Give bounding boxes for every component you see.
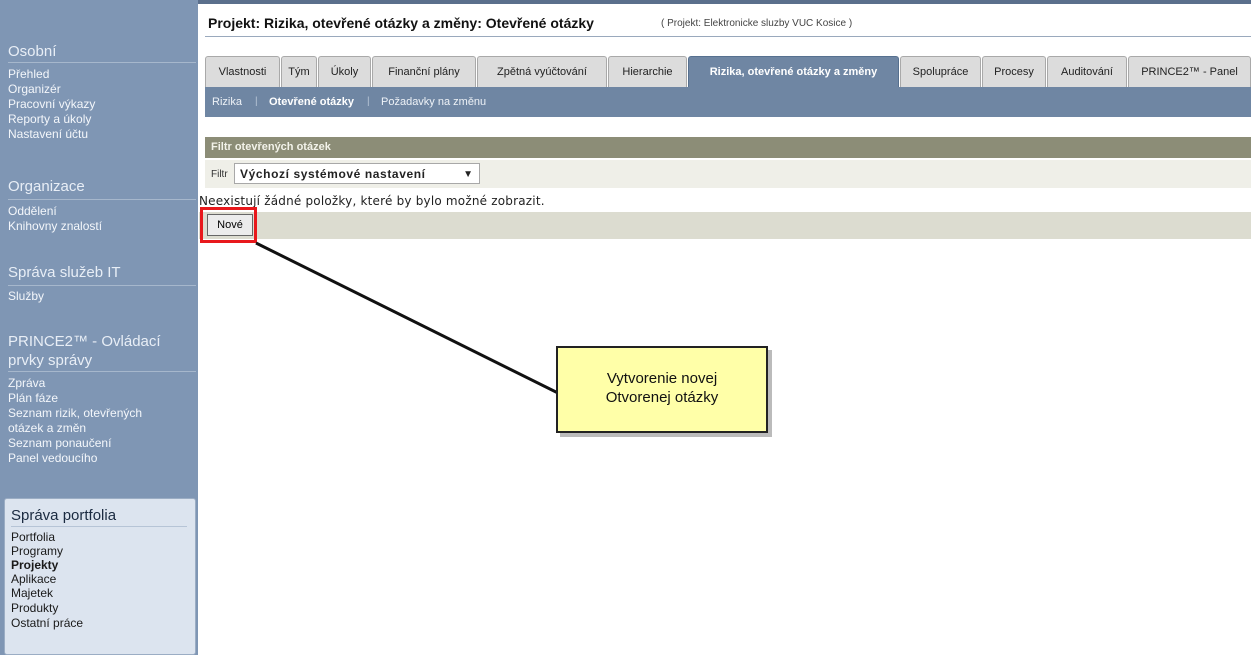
subnav-pozadavky-na-zmenu[interactable]: Požadavky na změnu <box>381 87 486 117</box>
tab-rizika-otazky-zmeny[interactable]: Rizika, otevřené otázky a změny <box>688 56 899 87</box>
section-title-osobni: Osobní <box>8 43 57 60</box>
subnav-separator: | <box>255 96 258 107</box>
nav-knihovny-znalosti[interactable]: Knihovny znalostí <box>8 220 102 233</box>
tab-spoluprace[interactable]: Spolupráce <box>900 56 981 87</box>
nav-sluzby[interactable]: Služby <box>8 290 44 303</box>
project-subtitle: ( Projekt: Elektronicke sluzby VUC Kosic… <box>661 18 853 29</box>
page-title: Projekt: Rizika, otevřené otázky a změny… <box>208 15 594 31</box>
nav-seznam-ponauceni[interactable]: Seznam ponaučení <box>8 437 111 450</box>
title-divider <box>205 36 1251 37</box>
nav-panel-vedouciho[interactable]: Panel vedoucího <box>8 452 97 465</box>
nav-portfolia[interactable]: Portfolia <box>11 531 55 544</box>
section-divider <box>8 199 196 200</box>
highlight-box <box>200 207 257 243</box>
tab-ukoly[interactable]: Úkoly <box>318 56 371 87</box>
filter-row: Filtr Výchozí systémové nastavení ▼ <box>205 160 1251 188</box>
section-title-prince2-line1: PRINCE2™ - Ovládací <box>8 333 161 350</box>
nav-nastaveni-uctu[interactable]: Nastavení účtu <box>8 128 88 141</box>
sidebar: Osobní Přehled Organizér Pracovní výkazy… <box>0 0 198 655</box>
tab-strip: Vlastnosti Tým Úkoly Finanční plány Zpět… <box>205 56 1251 87</box>
nav-prehled[interactable]: Přehled <box>8 68 49 81</box>
section-divider <box>8 371 196 372</box>
callout-line-1: Vytvorenie novej <box>606 370 718 387</box>
tab-tym[interactable]: Tým <box>281 56 317 87</box>
section-divider <box>11 526 187 527</box>
nav-plan-faze[interactable]: Plán fáze <box>8 392 58 405</box>
button-bar <box>199 212 1251 239</box>
subnav-separator: | <box>367 96 370 107</box>
tab-vlastnosti[interactable]: Vlastnosti <box>205 56 280 87</box>
section-divider <box>8 62 196 63</box>
section-title-prince2-line2: prvky správy <box>8 352 93 369</box>
nav-zprava[interactable]: Zpráva <box>8 377 45 390</box>
top-border <box>198 0 1251 4</box>
nav-produkty[interactable]: Produkty <box>11 602 58 615</box>
filter-selected-value: Výchozí systémové nastavení <box>240 167 426 181</box>
nav-projekty[interactable]: Projekty <box>11 559 58 572</box>
empty-state-message: Neexistují žádné položky, které by bylo … <box>199 194 545 208</box>
subnav-rizika[interactable]: Rizika <box>212 87 242 117</box>
nav-seznam-rizik[interactable]: Seznam rizik, otevřených <box>8 407 142 420</box>
tab-zpetna-vyuctovani[interactable]: Zpětná vyúčtování <box>477 56 607 87</box>
section-title-organizace: Organizace <box>8 178 85 195</box>
nav-ostatni-prace[interactable]: Ostatní práce <box>11 617 83 630</box>
filter-dropdown[interactable]: Výchozí systémové nastavení ▼ <box>234 163 480 184</box>
section-title-sprava-portfolia: Správa portfolia <box>11 507 117 524</box>
nav-aplikace[interactable]: Aplikace <box>11 573 56 586</box>
callout-pointer-line <box>255 241 561 396</box>
tab-auditovani[interactable]: Auditování <box>1047 56 1127 87</box>
section-divider <box>8 285 196 286</box>
nav-majetek[interactable]: Majetek <box>11 587 53 600</box>
tab-hierarchie[interactable]: Hierarchie <box>608 56 687 87</box>
subnav-otevrene-otazky[interactable]: Otevřené otázky <box>269 87 354 117</box>
section-title-sprava-sluzeb-it: Správa služeb IT <box>8 264 121 281</box>
filter-header: Filtr otevřených otázek <box>205 137 1251 158</box>
chevron-down-icon: ▼ <box>463 169 473 180</box>
nav-pracovni-vykazy[interactable]: Pracovní výkazy <box>8 98 95 111</box>
nav-organizer[interactable]: Organizér <box>8 83 61 96</box>
filter-label: Filtr <box>211 169 228 180</box>
tab-prince2-panel[interactable]: PRINCE2™ - Panel <box>1128 56 1251 87</box>
tab-procesy[interactable]: Procesy <box>982 56 1046 87</box>
annotation-callout: Vytvorenie novej Otvorenej otázky <box>556 346 768 433</box>
sub-navigation: Rizika | Otevřené otázky | Požadavky na … <box>205 87 1251 117</box>
nav-reporty-a-ukoly[interactable]: Reporty a úkoly <box>8 113 91 126</box>
nav-oddeleni[interactable]: Oddělení <box>8 205 57 218</box>
nav-programy[interactable]: Programy <box>11 545 63 558</box>
tab-financni-plany[interactable]: Finanční plány <box>372 56 476 87</box>
portfolio-panel: Správa portfolia Portfolia Programy Proj… <box>4 498 196 655</box>
callout-line-2: Otvorenej otázky <box>605 389 719 406</box>
nav-seznam-rizik-cont[interactable]: otázek a změn <box>8 422 86 435</box>
